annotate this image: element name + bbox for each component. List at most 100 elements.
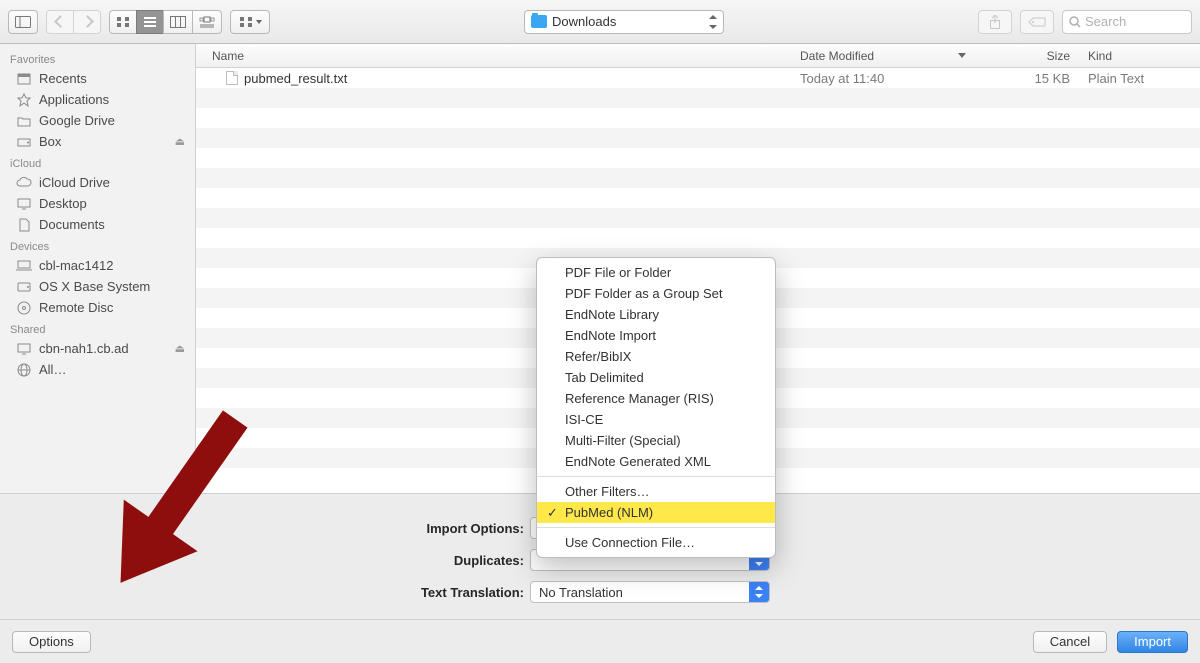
- sidebar-item-computer[interactable]: cbl-mac1412: [0, 255, 195, 276]
- menu-item[interactable]: Multi-Filter (Special): [537, 430, 775, 451]
- sidebar-item-label: Desktop: [39, 196, 87, 211]
- column-view-button[interactable]: [163, 10, 193, 34]
- column-headers: Name Date Modified Size Kind: [196, 44, 1200, 68]
- recents-icon: [16, 72, 32, 85]
- menu-item[interactable]: Reference Manager (RIS): [537, 388, 775, 409]
- menu-item[interactable]: Refer/BibIX: [537, 346, 775, 367]
- sort-indicator-icon: [958, 53, 966, 58]
- import-options-popup-menu: PDF File or Folder PDF Folder as a Group…: [536, 257, 776, 558]
- file-size: 15 KB: [980, 71, 1080, 86]
- sidebar-toggle-group: [8, 10, 38, 34]
- sidebar-item-desktop[interactable]: Desktop: [0, 193, 195, 214]
- menu-separator: [537, 527, 775, 528]
- menu-item-pubmed-nlm[interactable]: PubMed (NLM): [537, 502, 775, 523]
- file-kind: Plain Text: [1080, 71, 1200, 86]
- share-group: [978, 10, 1012, 34]
- arrange-group: [230, 10, 270, 34]
- sidebar-group-label: Devices: [0, 235, 195, 255]
- menu-item[interactable]: PDF File or Folder: [537, 262, 775, 283]
- sidebar-item-label: All…: [39, 362, 66, 377]
- eject-icon[interactable]: ⏏: [175, 342, 185, 355]
- sidebar-item-label: Documents: [39, 217, 105, 232]
- sidebar-group-favorites: Favorites Recents Applications Google Dr…: [0, 48, 195, 152]
- menu-item[interactable]: PDF Folder as a Group Set: [537, 283, 775, 304]
- menu-item[interactable]: Tab Delimited: [537, 367, 775, 388]
- server-icon: [16, 342, 32, 355]
- disk-icon: [16, 280, 32, 293]
- sidebar-item-all[interactable]: All…: [0, 359, 195, 380]
- sidebar-group-label: iCloud: [0, 152, 195, 172]
- sidebar-item-label: OS X Base System: [39, 279, 150, 294]
- column-kind[interactable]: Kind: [1080, 49, 1200, 63]
- menu-item[interactable]: ISI-CE: [537, 409, 775, 430]
- folder-icon: [531, 15, 547, 28]
- location-label: Downloads: [552, 14, 616, 29]
- sidebar-item-label: cbn-nah1.cb.ad: [39, 341, 129, 356]
- menu-item[interactable]: EndNote Generated XML: [537, 451, 775, 472]
- list-view-button[interactable]: [136, 10, 164, 34]
- menu-item-use-connection[interactable]: Use Connection File…: [537, 532, 775, 553]
- sidebar-item-remote-disc[interactable]: Remote Disc: [0, 297, 195, 318]
- globe-icon: [16, 363, 32, 376]
- sidebar-item-recents[interactable]: Recents: [0, 68, 195, 89]
- location-popup-button[interactable]: Downloads: [524, 10, 724, 34]
- menu-item-other-filters[interactable]: Other Filters…: [537, 481, 775, 502]
- sidebar-item-server[interactable]: cbn-nah1.cb.ad ⏏: [0, 338, 195, 359]
- eject-icon[interactable]: ⏏: [175, 135, 185, 148]
- sidebar-toggle-button[interactable]: [8, 10, 38, 34]
- sidebar-item-base-system[interactable]: OS X Base System: [0, 276, 195, 297]
- documents-icon: [16, 218, 32, 231]
- optical-icon: [16, 301, 32, 314]
- select-value: No Translation: [539, 585, 623, 600]
- forward-button[interactable]: [73, 10, 101, 34]
- back-button[interactable]: [46, 10, 74, 34]
- sidebar-item-google-drive[interactable]: Google Drive: [0, 110, 195, 131]
- nav-group: [46, 10, 101, 34]
- tags-button[interactable]: [1020, 10, 1054, 34]
- text-translation-select[interactable]: No Translation: [530, 581, 770, 603]
- menu-item[interactable]: EndNote Library: [537, 304, 775, 325]
- desktop-icon: [16, 197, 32, 210]
- file-date: Today at 11:40: [800, 71, 980, 86]
- computer-icon: [16, 259, 32, 272]
- column-name[interactable]: Name: [196, 49, 800, 63]
- sidebar-group-shared: Shared cbn-nah1.cb.ad ⏏ All…: [0, 318, 195, 380]
- applications-icon: [16, 93, 32, 106]
- tags-group: [1020, 10, 1054, 34]
- sidebar-item-label: Applications: [39, 92, 109, 107]
- icon-view-button[interactable]: [109, 10, 137, 34]
- sidebar-item-label: cbl-mac1412: [39, 258, 113, 273]
- import-options-label: Import Options:: [0, 521, 530, 536]
- options-button[interactable]: Options: [12, 631, 91, 653]
- drive-icon: [16, 135, 32, 148]
- file-row[interactable]: pubmed_result.txt Today at 11:40 15 KB P…: [196, 68, 1200, 88]
- menu-separator: [537, 476, 775, 477]
- column-date[interactable]: Date Modified: [800, 49, 980, 63]
- sidebar-item-box[interactable]: Box ⏏: [0, 131, 195, 152]
- sidebar-item-applications[interactable]: Applications: [0, 89, 195, 110]
- search-placeholder: Search: [1085, 14, 1126, 29]
- view-mode-group: [109, 10, 222, 34]
- sidebar-item-documents[interactable]: Documents: [0, 214, 195, 235]
- search-icon: [1069, 16, 1081, 28]
- dialog-footer: Options Cancel Import: [0, 619, 1200, 663]
- import-button[interactable]: Import: [1117, 631, 1188, 653]
- share-button[interactable]: [978, 10, 1012, 34]
- icloud-icon: [16, 176, 32, 189]
- select-knob-icon: [749, 582, 769, 602]
- sidebar-group-label: Shared: [0, 318, 195, 338]
- toolbar: Downloads Search: [0, 0, 1200, 44]
- sidebar-item-label: Remote Disc: [39, 300, 113, 315]
- sidebar-item-icloud-drive[interactable]: iCloud Drive: [0, 172, 195, 193]
- sidebar-group-label: Favorites: [0, 48, 195, 68]
- search-input[interactable]: Search: [1062, 10, 1192, 34]
- folder-icon: [16, 114, 32, 127]
- arrange-button[interactable]: [230, 10, 270, 34]
- sidebar-item-label: iCloud Drive: [39, 175, 110, 190]
- text-file-icon: [226, 71, 238, 85]
- sidebar-item-label: Box: [39, 134, 61, 149]
- menu-item[interactable]: EndNote Import: [537, 325, 775, 346]
- column-size[interactable]: Size: [980, 49, 1080, 63]
- coverflow-view-button[interactable]: [192, 10, 222, 34]
- cancel-button[interactable]: Cancel: [1033, 631, 1107, 653]
